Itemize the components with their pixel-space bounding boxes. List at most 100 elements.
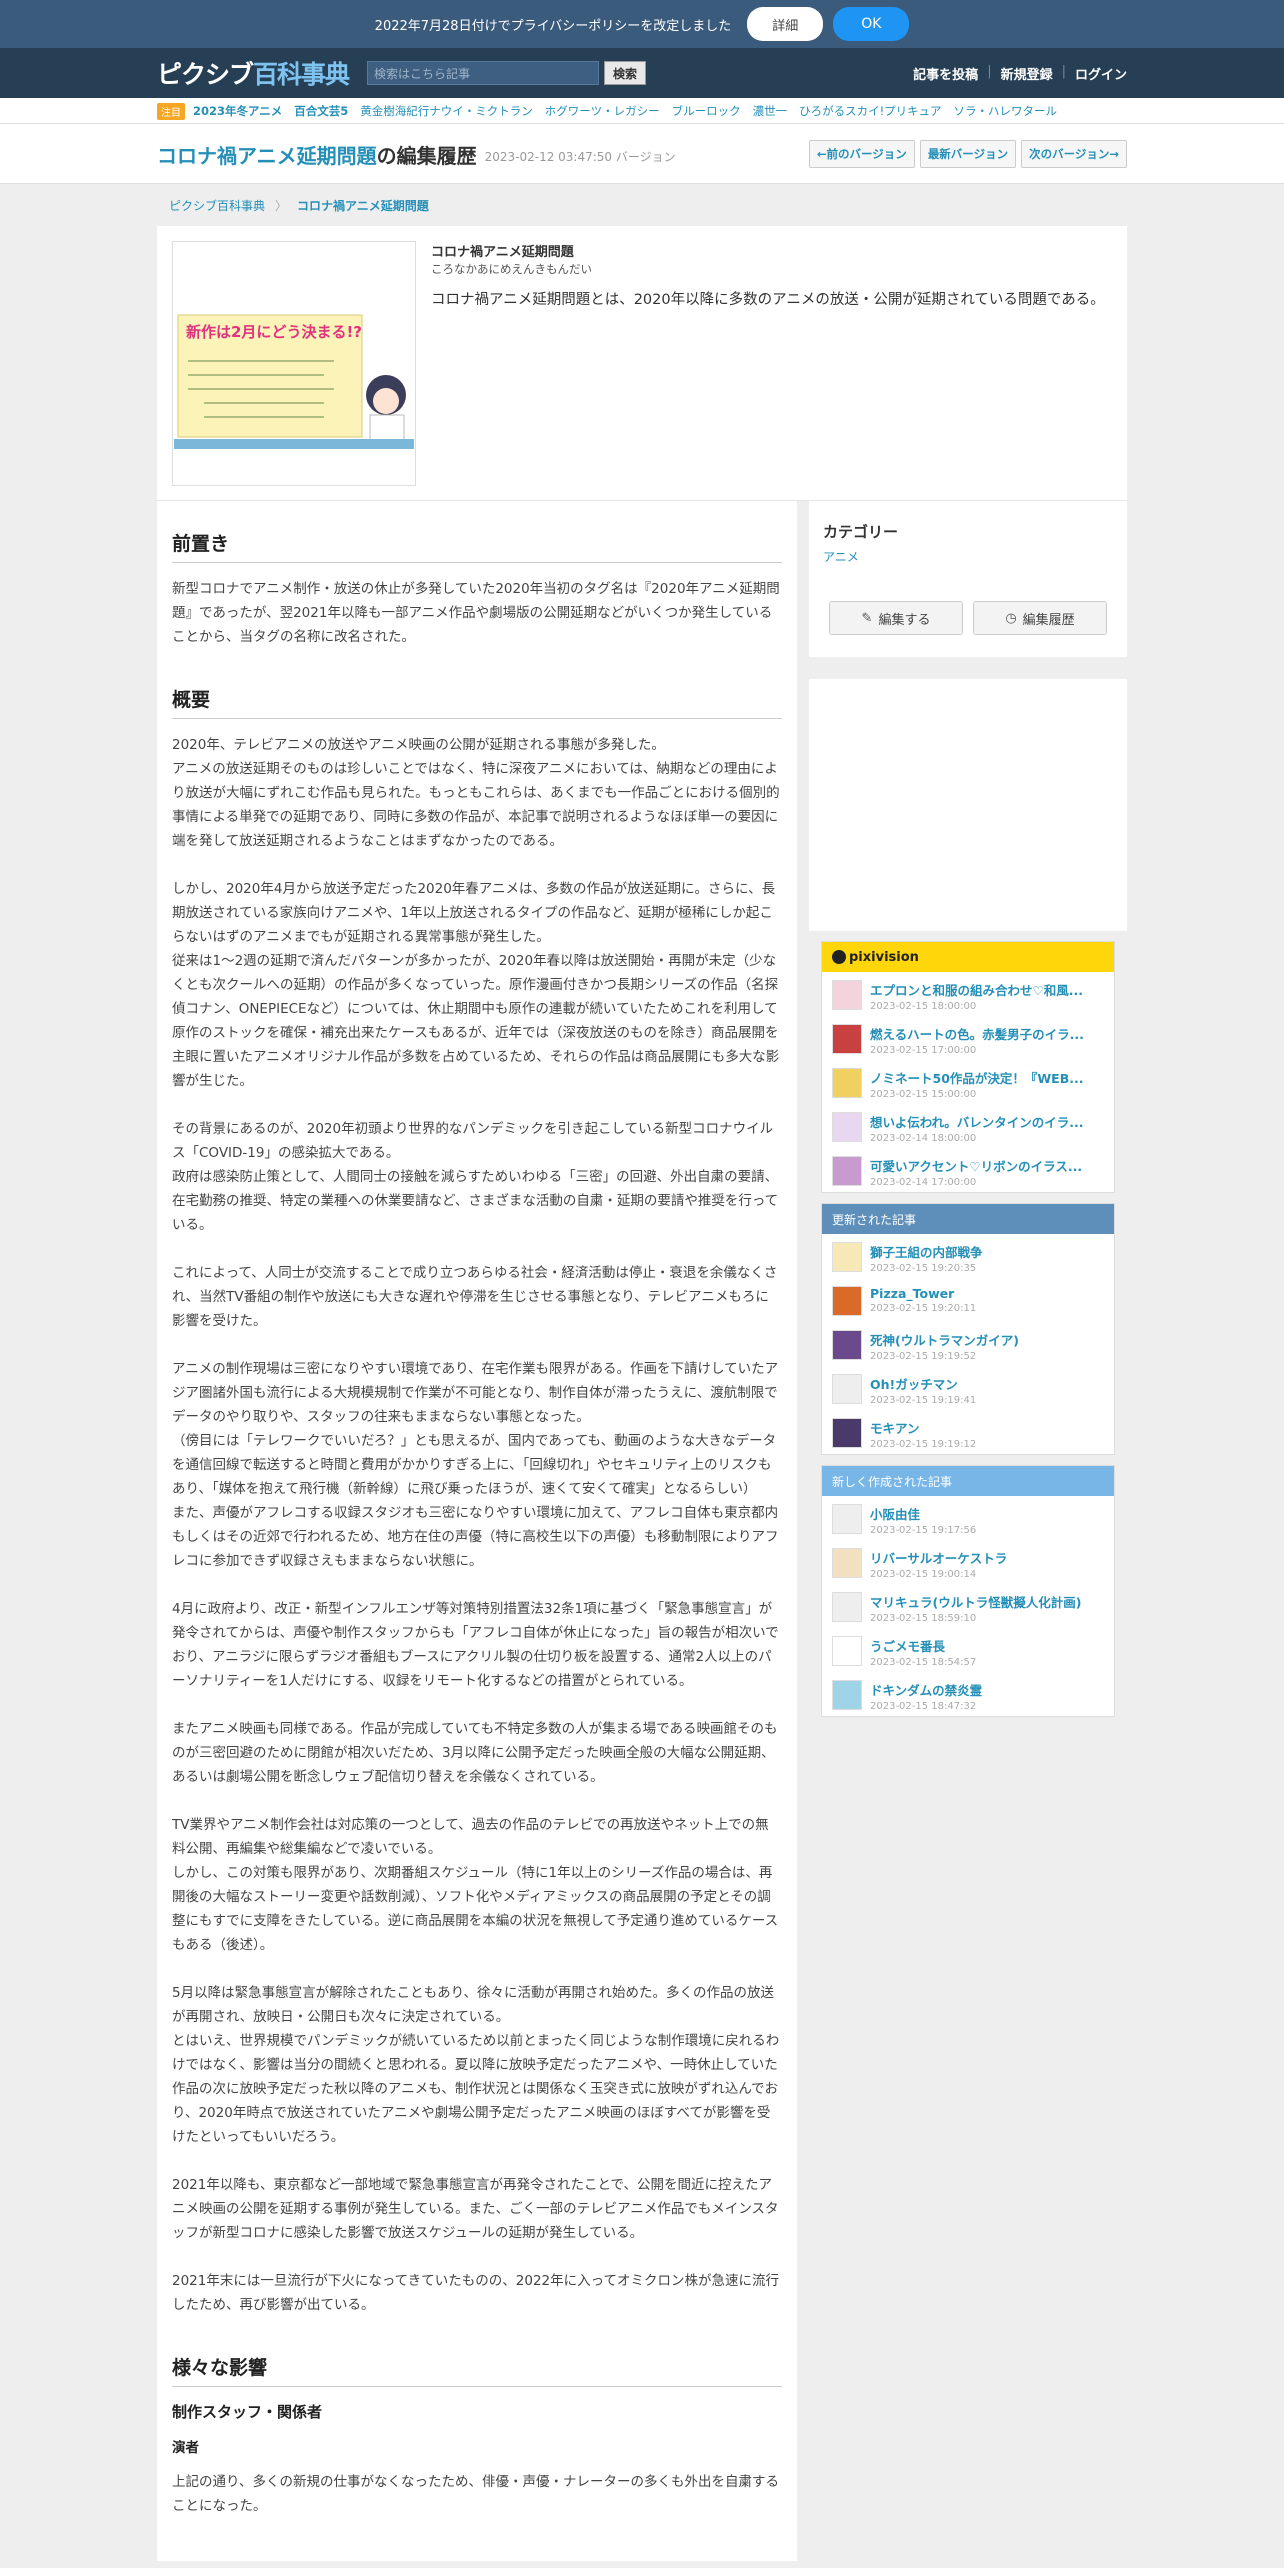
list-item-text: 想いよ伝われ。バレンタインのイラ... 2023-02-14 18:00:00: [870, 1112, 1104, 1144]
page-title-bar: コロナ禍アニメ延期問題の編集履歴 2023-02-12 03:47:50 バージ…: [0, 124, 1284, 184]
list-item-title[interactable]: 死神(ウルトラマンガイア): [870, 1330, 1104, 1349]
list-item[interactable]: 小阪由佳 2023-02-15 19:17:56: [822, 1496, 1114, 1540]
paragraph: TV業界やアニメ制作会社は対応策の一つとして、過去の作品のテレビでの再放送やネッ…: [172, 1817, 769, 1857]
trending-item[interactable]: 濃世一: [753, 103, 788, 119]
version-nav: ←前のバージョン 最新バージョン 次のバージョン→: [804, 140, 1127, 168]
main-area: 前置き 新型コロナでアニメ制作・放送の休止が多発していた2020年当初のタグ名は…: [157, 501, 1127, 2561]
list-item-date: 2023-02-14 18:00:00: [870, 1133, 977, 1144]
list-item[interactable]: ノミネート50作品が決定！『WEB... 2023-02-15 15:00:00: [822, 1060, 1114, 1104]
thumbnail-illustration: 新作は2月にどう決まる!?: [174, 278, 414, 449]
search-input[interactable]: 検索はこちら記事: [367, 61, 600, 85]
list-item-title[interactable]: 可愛いアクセント♡リボンのイラス...: [870, 1156, 1104, 1175]
version-timestamp: 2023-02-12 03:47:50 バージョン: [484, 149, 676, 164]
trending-bar: 注目 2023年冬アニメ 百合文芸5 黄金樹海紀行ナウイ・ミクトラン ホグワーツ…: [0, 98, 1284, 124]
paragraph: しかし、この対策も限界があり、次期番組スケジュール（特に1年以上のシリーズ作品の…: [172, 1865, 779, 1953]
list-item[interactable]: リバーサルオーケストラ 2023-02-15 19:00:14: [822, 1540, 1114, 1584]
list-item-date: 2023-02-15 19:19:12: [870, 1439, 977, 1450]
subsection-heading: 制作スタッフ・関係者: [172, 2403, 323, 2421]
article-reading: ころなかあにめえんきもんだい: [431, 262, 592, 276]
paragraph: 上記の通り、多くの新規の仕事がなくなったため、俳優・声優・ナレーターの多くも外出…: [172, 2474, 779, 2514]
list-item-text: リバーサルオーケストラ 2023-02-15 19:00:14: [870, 1548, 1104, 1580]
list-item[interactable]: モキアン 2023-02-15 19:19:12: [822, 1410, 1114, 1454]
notice-detail-button[interactable]: 詳細: [747, 7, 824, 41]
new-articles-header: 新しく作成された記事: [822, 1466, 1114, 1496]
paragraph: アニメの放送延期そのものは珍しいことではなく、特に深夜アニメにおいては、納期など…: [172, 761, 780, 849]
list-item-title[interactable]: ドキンダムの禁炎霊: [870, 1680, 1104, 1699]
edit-history-button[interactable]: ◷ 編集履歴: [973, 601, 1107, 635]
edit-button[interactable]: ✎ 編集する: [829, 601, 963, 635]
list-item-title[interactable]: 小阪由佳: [870, 1504, 1104, 1523]
list-item[interactable]: エプロンと和服の組み合わせ♡和風... 2023-02-15 18:00:00: [822, 972, 1114, 1016]
thumbnail-caption: 新作は2月にどう決まる!?: [186, 323, 362, 341]
breadcrumb-current[interactable]: コロナ禍アニメ延期問題: [297, 197, 429, 214]
list-item-text: 小阪由佳 2023-02-15 19:17:56: [870, 1504, 1104, 1536]
login-link[interactable]: ログイン: [1075, 64, 1127, 83]
list-item-title[interactable]: リバーサルオーケストラ: [870, 1548, 1104, 1567]
list-item-title[interactable]: 獅子王組の内部戦争: [870, 1242, 1104, 1261]
signup-link[interactable]: 新規登録: [1001, 64, 1053, 83]
article-title-link[interactable]: コロナ禍アニメ延期問題: [157, 144, 377, 168]
new-articles-box: 新しく作成された記事 小阪由佳 2023-02-15 19:17:56 リバーサルオ…: [821, 1465, 1115, 1717]
trending-item[interactable]: ホグワーツ・レガシー: [545, 103, 660, 119]
list-item-thumbnail: [832, 1156, 862, 1186]
page-title: コロナ禍アニメ延期問題の編集履歴: [157, 140, 477, 169]
category-link[interactable]: アニメ: [823, 548, 1113, 565]
prev-version-button[interactable]: ←前のバージョン: [808, 140, 915, 168]
list-item-title[interactable]: マリキュラ(ウルトラ怪獣擬人化計画): [870, 1592, 1104, 1611]
list-item-text: 燃えるハートの色。赤髪男子のイラ... 2023-02-15 17:00:00: [870, 1024, 1104, 1056]
breadcrumb-home[interactable]: ピクシブ百科事典: [169, 197, 265, 214]
nav-separator: |: [1061, 63, 1066, 79]
list-item-title[interactable]: Pizza_Tower: [870, 1286, 1104, 1301]
list-item[interactable]: うごメモ番長 2023-02-15 18:54:57: [822, 1628, 1114, 1672]
list-item-title[interactable]: 燃えるハートの色。赤髪男子のイラ...: [870, 1024, 1104, 1043]
latest-version-button[interactable]: 最新バージョン: [919, 140, 1017, 168]
list-item[interactable]: Oh!ガッチマン 2023-02-15 19:19:41: [822, 1366, 1114, 1410]
list-item-date: 2023-02-15 18:59:10: [870, 1613, 977, 1624]
trending-item[interactable]: 百合文芸5: [294, 103, 348, 119]
edit-button-label: 編集する: [878, 612, 931, 628]
pixivision-list: エプロンと和服の組み合わせ♡和風... 2023-02-15 18:00:00 燃え…: [822, 972, 1114, 1192]
list-item-date: 2023-02-15 18:47:32: [870, 1701, 977, 1712]
list-item-date: 2023-02-15 17:00:00: [870, 1045, 977, 1056]
list-item[interactable]: Pizza_Tower 2023-02-15 19:20:11: [822, 1278, 1114, 1322]
list-item-title[interactable]: 想いよ伝われ。バレンタインのイラ...: [870, 1112, 1104, 1131]
list-item-title[interactable]: ノミネート50作品が決定！『WEB...: [870, 1068, 1104, 1087]
list-item[interactable]: 想いよ伝われ。バレンタインのイラ... 2023-02-14 18:00:00: [822, 1104, 1114, 1148]
list-item[interactable]: 可愛いアクセント♡リボンのイラス... 2023-02-14 17:00:00: [822, 1148, 1114, 1192]
list-item-title[interactable]: Oh!ガッチマン: [870, 1374, 1104, 1393]
list-item[interactable]: 燃えるハートの色。赤髪男子のイラ... 2023-02-15 17:00:00: [822, 1016, 1114, 1060]
list-item[interactable]: マリキュラ(ウルトラ怪獣擬人化計画) 2023-02-15 18:59:10: [822, 1584, 1114, 1628]
edit-buttons: ✎ 編集する ◷ 編集履歴: [809, 593, 1127, 657]
article-thumbnail[interactable]: 新作は2月にどう決まる!?: [172, 241, 416, 486]
edit-history-label: 編集履歴: [1022, 612, 1075, 628]
search-button[interactable]: 検索: [604, 61, 647, 85]
list-item-thumbnail: [832, 1680, 862, 1710]
list-item[interactable]: ドキンダムの禁炎霊 2023-02-15 18:47:32: [822, 1672, 1114, 1716]
paragraph: アニメの制作現場は三密になりやすい環境であり、在宅作業も限界がある。作画を下請け…: [172, 1361, 779, 1425]
list-item-date: 2023-02-15 19:00:14: [870, 1569, 977, 1580]
section-heading: 前置き: [172, 529, 782, 563]
trending-item[interactable]: ひろがるスカイ!プリキュア: [799, 103, 941, 119]
trending-item[interactable]: ソラ・ハレワタール: [953, 103, 1057, 119]
paragraph: 4月に政府より、改正・新型インフルエンザ等対策特別措置法32条1項に基づく「緊急…: [172, 1601, 779, 1689]
paragraph: その背景にあるのが、2020年初頭より世界的なパンデミックを引き起こしている新型…: [172, 1121, 774, 1161]
trending-item[interactable]: ブルーロック: [672, 103, 741, 119]
trending-badge: 注目: [157, 102, 185, 120]
next-version-button[interactable]: 次のバージョン→: [1021, 140, 1127, 168]
article-description: コロナ禍アニメ延期問題とは、2020年以降に多数のアニメの放送・公開が延期されて…: [431, 292, 1105, 308]
list-item-thumbnail: [832, 1548, 862, 1578]
list-item[interactable]: 死神(ウルトラマンガイア) 2023-02-15 19:19:52: [822, 1322, 1114, 1366]
list-item-title[interactable]: モキアン: [870, 1418, 1104, 1437]
list-item[interactable]: 獅子王組の内部戦争 2023-02-15 19:20:35: [822, 1234, 1114, 1278]
pixivision-box: pixivision エプロンと和服の組み合わせ♡和風... 2023-02-15…: [821, 941, 1115, 1193]
notice-ok-button[interactable]: OK: [833, 7, 910, 41]
list-item-title[interactable]: エプロンと和服の組み合わせ♡和風...: [870, 980, 1104, 999]
site-logo[interactable]: ピクシブ百科事典: [157, 55, 350, 91]
pixivision-header[interactable]: pixivision: [822, 942, 1114, 972]
paragraph: これによって、人同士が交流することで成り立つあらゆる社会・経済活動は停止・衰退を…: [172, 1265, 778, 1329]
nav-separator: |: [987, 63, 992, 79]
trending-item[interactable]: 黄金樹海紀行ナウイ・ミクトラン: [360, 103, 533, 119]
post-article-link[interactable]: 記事を投稿: [913, 64, 978, 83]
trending-item[interactable]: 2023年冬アニメ: [193, 103, 282, 119]
list-item-title[interactable]: うごメモ番長: [870, 1636, 1104, 1655]
